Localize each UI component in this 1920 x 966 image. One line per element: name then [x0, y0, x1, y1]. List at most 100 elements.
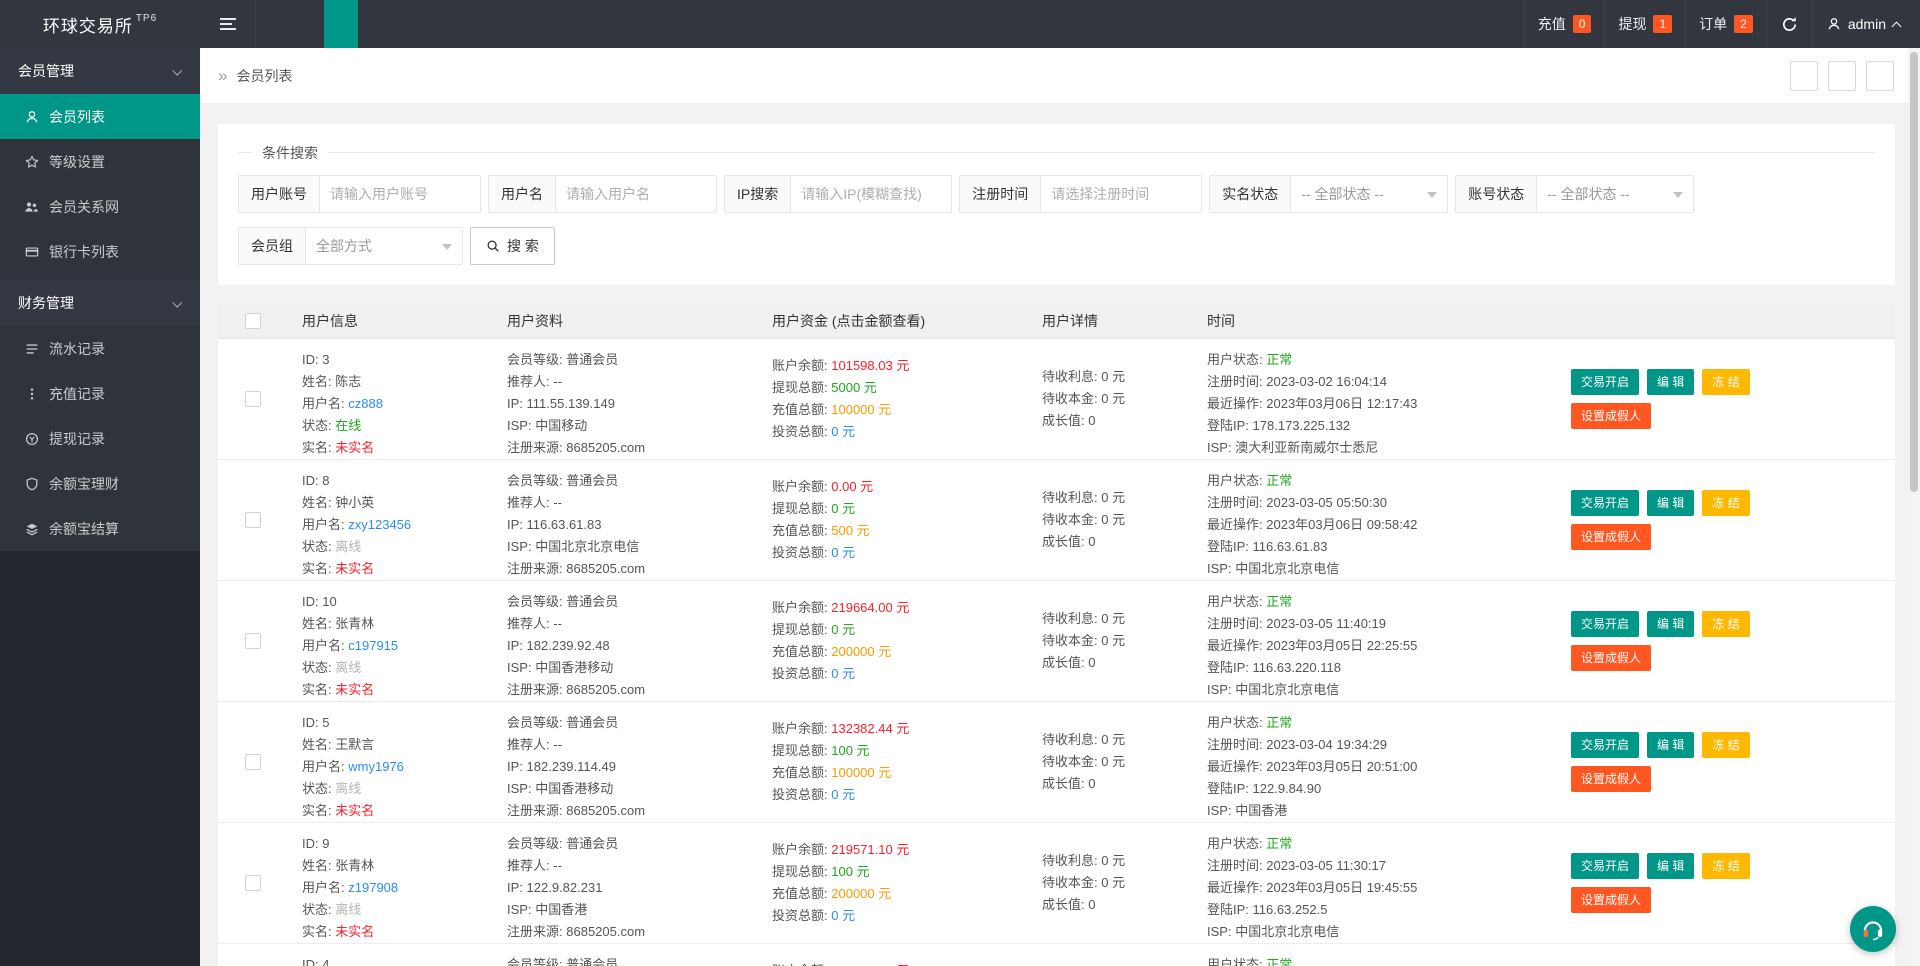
topnav-info[interactable] [358, 0, 392, 48]
sidebar-item-member-list[interactable]: 会员列表 [0, 94, 200, 139]
growth-value: 0 [1088, 534, 1096, 549]
sidebar-item-member-network[interactable]: 会员关系网 [0, 184, 200, 229]
menu-collapse-icon[interactable] [200, 0, 256, 48]
sidebar-group-title[interactable]: 财务管理 [0, 280, 200, 326]
user-details-cell: 待收利息: 0 元 待收本金: 0 元 成长值: 0 [1028, 581, 1193, 701]
recharge-total-amount[interactable]: 500 元 [831, 523, 869, 538]
orders-stat[interactable]: 订单 2 [1685, 0, 1766, 48]
freeze-button[interactable]: 冻 结 [1702, 369, 1750, 395]
user-menu[interactable]: admin [1811, 0, 1920, 48]
recharge-total-amount[interactable]: 200000 元 [831, 644, 891, 659]
delete-user-button[interactable] [1866, 60, 1894, 91]
invest-total-amount[interactable]: 0 元 [831, 908, 855, 923]
username-link[interactable]: wmy1976 [348, 759, 404, 774]
time-cell: 用户状态: 正常 注册时间: 2023-03-04 19:12:52 最近操作:… [1193, 944, 1563, 966]
field-label: 姓名: [302, 495, 332, 510]
table-row: ID: 3 姓名: 陈志 用户名: cz888 状态: 在线 实名: 未实名 会… [218, 339, 1895, 460]
username-link[interactable]: c197915 [348, 638, 398, 653]
user-funds-cell: 账户余额: 132382.44 元 提现总额: 100 元 充值总额: 1000… [758, 702, 1028, 822]
account-input[interactable] [320, 176, 480, 212]
edit-button[interactable]: 编 辑 [1647, 611, 1695, 637]
trade-toggle-button[interactable]: 交易开启 [1571, 611, 1640, 637]
freeze-button[interactable]: 冻 结 [1702, 732, 1750, 758]
trade-toggle-button[interactable]: 交易开启 [1571, 853, 1640, 879]
field-label: 成长值: [1042, 897, 1085, 912]
invest-total-amount[interactable]: 0 元 [831, 424, 855, 439]
set-fake-user-button[interactable]: 设置成假人 [1571, 766, 1652, 792]
set-fake-user-button[interactable]: 设置成假人 [1571, 403, 1652, 429]
withdraw-stat[interactable]: 提现 1 [1604, 0, 1685, 48]
topnav-home[interactable] [256, 0, 290, 48]
topnav-products[interactable] [290, 0, 324, 48]
select-all-checkbox[interactable] [245, 312, 261, 329]
recharge-stat[interactable]: 充值 0 [1523, 0, 1605, 48]
sidebar-item-flow-records[interactable]: 流水记录 [0, 326, 200, 371]
set-fake-user-button[interactable]: 设置成假人 [1571, 524, 1652, 550]
edit-button[interactable]: 编 辑 [1647, 369, 1695, 395]
refresh-icon[interactable] [1765, 0, 1812, 48]
recharge-total-amount[interactable]: 100000 元 [831, 402, 891, 417]
recharge-total-amount[interactable]: 200000 元 [831, 886, 891, 901]
edit-button[interactable]: 编 辑 [1647, 732, 1695, 758]
freeze-button[interactable]: 冻 结 [1702, 853, 1750, 879]
withdraw-total-amount[interactable]: 100 元 [831, 864, 869, 879]
breadcrumb-bar: » 会员列表 [200, 48, 1920, 104]
row-checkbox[interactable] [245, 391, 261, 407]
add-user-button[interactable] [1790, 60, 1818, 91]
topnav-user-center[interactable] [324, 0, 358, 48]
balance-amount[interactable]: 101598.03 元 [831, 358, 909, 373]
user-name-value: 张青林 [335, 616, 375, 631]
row-checkbox[interactable] [245, 512, 261, 528]
col-header-user-funds: 用户资金 (点击金额查看) [772, 312, 926, 329]
set-fake-user-button[interactable]: 设置成假人 [1571, 887, 1652, 913]
balance-amount[interactable]: 219664.00 元 [831, 600, 909, 615]
username-input[interactable] [556, 176, 716, 212]
topnav-system[interactable] [392, 0, 426, 48]
field-label: 充值总额: [772, 886, 828, 901]
withdraw-total-amount[interactable]: 100 元 [831, 743, 869, 758]
balance-amount[interactable]: 219571.10 元 [831, 842, 909, 857]
sidebar-item-bank-card-list[interactable]: 银行卡列表 [0, 229, 200, 274]
row-checkbox[interactable] [245, 754, 261, 770]
sidebar-item-level-settings[interactable]: 等级设置 [0, 139, 200, 184]
account-status-select[interactable]: -- 全部状态 -- [1537, 176, 1693, 212]
floating-service-button[interactable] [1850, 906, 1896, 952]
sidebar-group-title[interactable]: 会员管理 [0, 48, 200, 94]
recharge-total-amount[interactable]: 100000 元 [831, 765, 891, 780]
withdraw-total-amount[interactable]: 5000 元 [831, 380, 877, 395]
freeze-button[interactable]: 冻 结 [1702, 490, 1750, 516]
reg-time-input[interactable] [1041, 176, 1202, 212]
username-link[interactable]: cz888 [348, 396, 383, 411]
edit-button[interactable]: 编 辑 [1647, 490, 1695, 516]
set-fake-user-button[interactable]: 设置成假人 [1571, 645, 1652, 671]
scrollbar-thumb[interactable] [1910, 52, 1918, 492]
sidebar-item-withdraw-records[interactable]: 提现记录 [0, 416, 200, 461]
sidebar-item-yuebao-settle[interactable]: 余额宝结算 [0, 506, 200, 551]
time-cell: 用户状态: 正常 注册时间: 2023-03-04 19:34:29 最近操作:… [1193, 702, 1563, 822]
sidebar-item-yuebao-invest[interactable]: 余额宝理财 [0, 461, 200, 506]
user-profile-cell: 会员等级: 普通会员 推荐人: -- IP: 122.9.82.231 ISP:… [493, 823, 758, 943]
edit-button[interactable]: 编 辑 [1647, 853, 1695, 879]
invest-total-amount[interactable]: 0 元 [831, 787, 855, 802]
realname-status-select[interactable]: -- 全部状态 -- [1291, 176, 1447, 212]
balance-amount[interactable]: 132382.44 元 [831, 721, 909, 736]
trade-toggle-button[interactable]: 交易开启 [1571, 369, 1640, 395]
search-button[interactable]: 搜 索 [470, 227, 555, 265]
invest-total-amount[interactable]: 0 元 [831, 666, 855, 681]
ip-input[interactable] [791, 176, 952, 212]
user-id-value: 3 [322, 352, 330, 367]
withdraw-total-amount[interactable]: 0 元 [831, 622, 855, 637]
sidebar-item-recharge-records[interactable]: 充值记录 [0, 371, 200, 416]
freeze-user-button[interactable] [1828, 60, 1856, 91]
username-link[interactable]: z197908 [348, 880, 398, 895]
trade-toggle-button[interactable]: 交易开启 [1571, 732, 1640, 758]
trade-toggle-button[interactable]: 交易开启 [1571, 490, 1640, 516]
balance-amount[interactable]: 0.00 元 [831, 479, 873, 494]
row-checkbox[interactable] [245, 875, 261, 891]
invest-total-amount[interactable]: 0 元 [831, 545, 855, 560]
username-link[interactable]: zxy123456 [348, 517, 411, 532]
member-group-select[interactable]: 全部方式 [306, 228, 462, 264]
row-checkbox[interactable] [245, 633, 261, 649]
withdraw-total-amount[interactable]: 0 元 [831, 501, 855, 516]
freeze-button[interactable]: 冻 结 [1702, 611, 1750, 637]
